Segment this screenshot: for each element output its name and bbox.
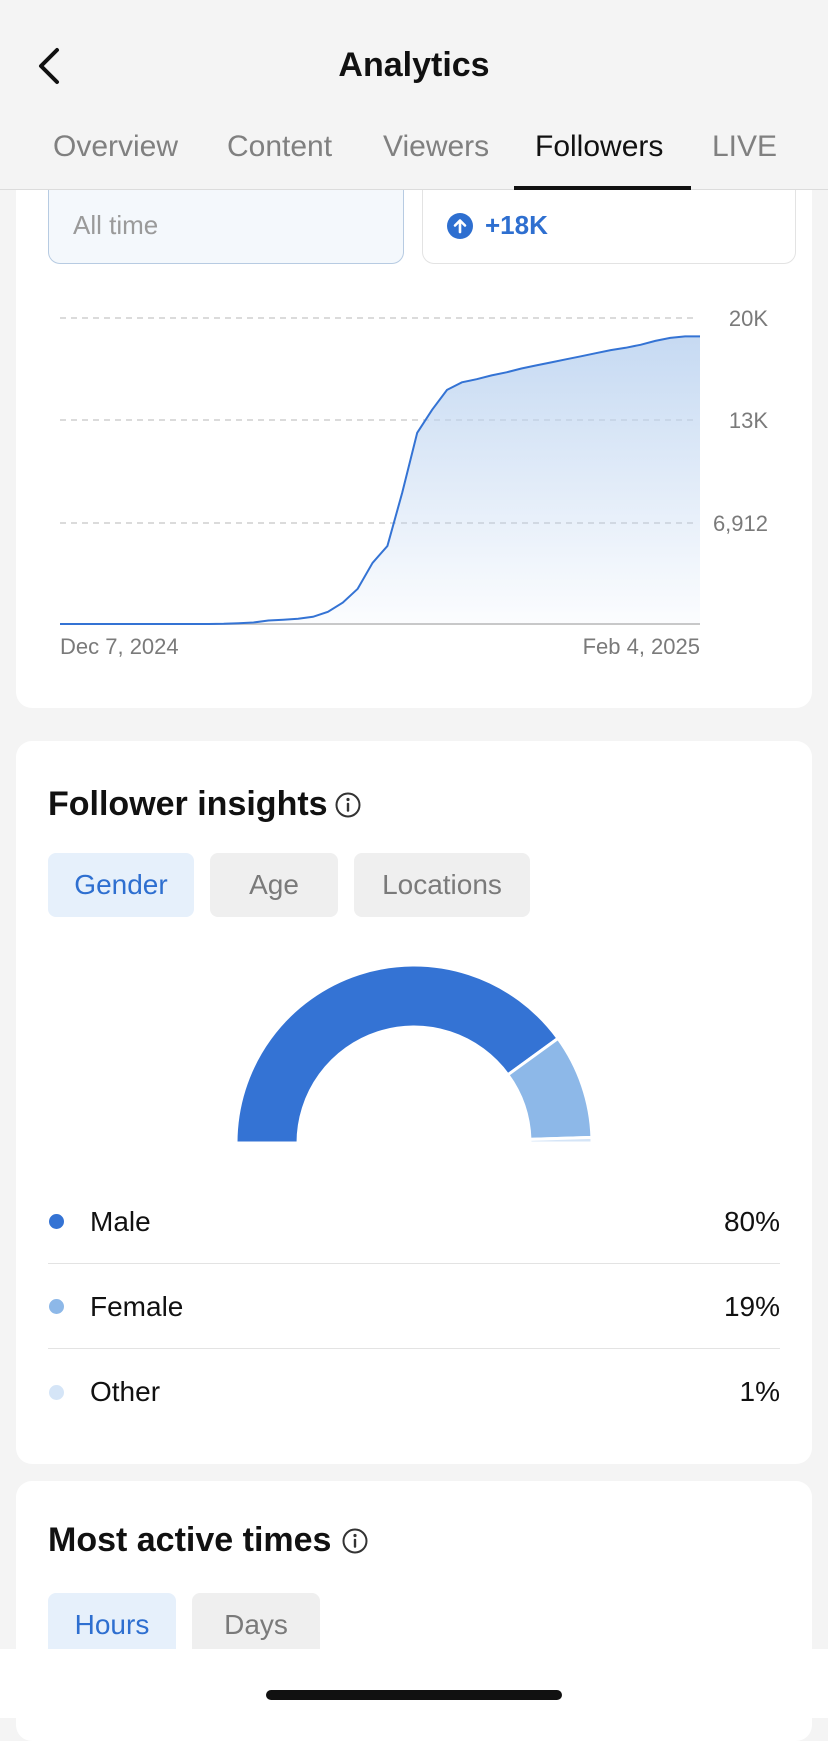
most-active-times-heading: Most active times xyxy=(48,1521,369,1560)
legend-value-male: 80% xyxy=(723,1205,780,1237)
arrow-up-icon xyxy=(447,212,473,239)
tab-viewers[interactable]: Viewers xyxy=(383,130,489,164)
legend-label-male: Male xyxy=(90,1205,151,1237)
followers-area-chart: 20K 13K 6,912 Dec 7, 2024 Feb 4, 2025 xyxy=(60,306,768,659)
chart-area-fill xyxy=(60,336,700,624)
active-times-tab-hours[interactable]: Hours xyxy=(48,1593,176,1657)
insights-tab-age[interactable]: Age xyxy=(210,853,338,917)
tab-followers[interactable]: Followers xyxy=(535,130,663,164)
tab-live[interactable]: LIVE xyxy=(712,130,777,164)
follower-insights-card: Follower insights Gender Age Locations M… xyxy=(16,741,812,1464)
tab-overview[interactable]: Overview xyxy=(53,130,178,164)
follower-insights-heading: Follower insights xyxy=(48,785,362,824)
insights-tab-gender[interactable]: Gender xyxy=(48,853,194,917)
insights-tab-locations[interactable]: Locations xyxy=(354,853,530,917)
home-indicator xyxy=(266,1690,562,1700)
tab-content[interactable]: Content xyxy=(227,130,332,164)
legend-label-female: Female xyxy=(90,1290,184,1322)
gauge-segment-male xyxy=(234,963,561,1145)
other-color-dot xyxy=(49,1384,64,1400)
growth-indicator: +18K xyxy=(447,210,548,241)
growth-value: +18K xyxy=(485,210,548,240)
female-color-dot xyxy=(49,1299,64,1314)
legend-label-other: Other xyxy=(90,1376,161,1407)
bottom-safe-area xyxy=(0,1649,828,1718)
legend-value-female: 19% xyxy=(723,1290,780,1322)
male-color-dot xyxy=(49,1214,64,1229)
legend-row-female: Female 19% xyxy=(48,1265,780,1349)
follower-insights-title: Follower insights xyxy=(48,785,328,823)
y-tick-label-20k: 20K xyxy=(729,306,768,331)
top-bar: Analytics Overview Content Viewers Follo… xyxy=(0,0,828,190)
legend-row-other: Other 1% xyxy=(48,1350,780,1434)
gauge-segment-other xyxy=(528,1135,594,1145)
x-tick-label-end: Feb 4, 2025 xyxy=(583,634,700,659)
gender-donut-chart xyxy=(234,963,594,1145)
period-value: All time xyxy=(73,210,159,240)
info-icon[interactable] xyxy=(334,791,362,819)
active-tab-indicator xyxy=(514,186,691,190)
info-icon[interactable] xyxy=(341,1527,369,1555)
legend-value-other: 1% xyxy=(739,1376,780,1407)
tab-bar: Overview Content Viewers Followers LIVE xyxy=(0,130,828,190)
y-tick-label-13k: 13K xyxy=(729,408,768,433)
followers-chart-card: All time +18K 20K 13K 6,912 Dec 7, 2024 xyxy=(16,150,812,708)
legend-row-male: Male 80% xyxy=(48,1180,780,1264)
most-active-times-title: Most active times xyxy=(48,1521,332,1559)
page-title: Analytics xyxy=(338,46,490,84)
y-tick-label-6912: 6,912 xyxy=(713,511,768,536)
x-tick-label-start: Dec 7, 2024 xyxy=(60,634,179,659)
active-times-tab-days[interactable]: Days xyxy=(192,1593,320,1657)
